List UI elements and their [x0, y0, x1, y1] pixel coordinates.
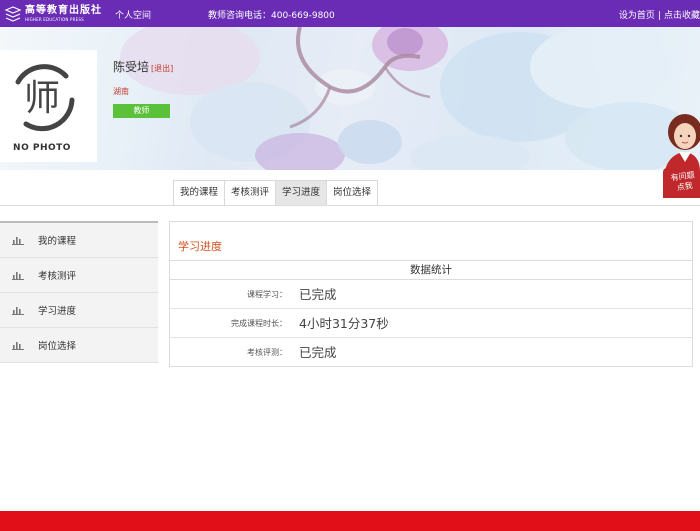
logout-link[interactable]: [退出] [151, 64, 173, 73]
top-links: 设为首页 | 点击收藏 [619, 8, 700, 21]
customer-service-avatar-icon: 有问题 点我 [663, 114, 700, 198]
bar-chart-icon [12, 272, 24, 280]
nav-personal-space[interactable]: 个人空间 [115, 8, 151, 21]
footer-bar [0, 511, 700, 531]
sidebar-item-label: 我的课程 [38, 236, 77, 247]
row-value: 已完成 [299, 345, 337, 360]
main-tabs: 我的课程 考核测评 学习进度 岗位选择 [173, 180, 379, 206]
sidebar-item-label: 岗位选择 [38, 341, 77, 352]
learning-progress-panel: 学习进度 数据统计 课程学习： 已完成 完成课程时长： 4小时31分37秒 考核… [169, 221, 693, 367]
bar-chart-icon [12, 237, 24, 245]
logo-english-name: HIGHER EDUCATION PRESS [25, 17, 84, 22]
tab-my-courses[interactable]: 我的课程 [173, 180, 226, 206]
role-badge: 教师 [113, 104, 170, 118]
sidebar-item-assessment[interactable]: 考核测评 [0, 258, 158, 293]
logo-chinese-name: 高等教育出版社 [25, 5, 102, 16]
no-photo-caption: NO PHOTO [13, 143, 71, 153]
sidebar-item-position-selection[interactable]: 岗位选择 [0, 328, 158, 363]
publisher-logo-mark-icon [4, 6, 22, 22]
user-name: 陈受培 [退出] [113, 58, 173, 75]
row-key: 课程学习： [247, 290, 287, 299]
sidebar: 我的课程 考核测评 学习进度 岗位选择 [0, 221, 158, 363]
tabs-divider [0, 205, 700, 206]
teacher-avatar-placeholder-icon: 师 [15, 64, 75, 132]
row-key: 完成课程时长： [231, 319, 287, 328]
tab-learning-progress[interactable]: 学习进度 [275, 180, 328, 206]
row-key: 考核评测： [247, 348, 287, 357]
table-row: 考核评测： 已完成 [170, 339, 692, 367]
page-title: 学习进度 [178, 240, 222, 253]
tab-position-selection[interactable]: 岗位选择 [326, 180, 379, 206]
bar-chart-icon [12, 342, 24, 350]
bar-chart-icon [12, 307, 24, 315]
teacher-hotline: 教师咨询电话：400-669-9800 [208, 11, 335, 21]
publisher-logo[interactable]: 高等教育出版社 HIGHER EDUCATION PRESS [4, 4, 102, 24]
sidebar-item-learning-progress[interactable]: 学习进度 [0, 293, 158, 328]
row-value: 4小时31分37秒 [299, 316, 389, 331]
set-homepage-link[interactable]: 设为首页 [619, 11, 655, 21]
row-value: 已完成 [299, 287, 337, 302]
sidebar-item-my-courses[interactable]: 我的课程 [0, 223, 158, 258]
user-region: 湖南 [113, 87, 129, 96]
tab-assessment[interactable]: 考核测评 [224, 180, 277, 206]
avatar-glyph: 师 [24, 78, 60, 119]
stats-table-header: 数据统计 [170, 260, 692, 280]
table-row: 课程学习： 已完成 [170, 281, 692, 309]
add-favorite-link[interactable]: 点击收藏 [664, 11, 700, 21]
profile-banner: 师 NO PHOTO 陈受培 [退出] 湖南 教师 [0, 27, 700, 170]
table-row: 完成课程时长： 4小时31分37秒 [170, 310, 692, 338]
avatar: 师 NO PHOTO [0, 50, 97, 162]
user-name-text: 陈受培 [113, 60, 150, 74]
orchid-background-image [120, 27, 695, 170]
sidebar-item-label: 学习进度 [38, 306, 77, 317]
top-bar: 高等教育出版社 HIGHER EDUCATION PRESS 个人空间 教师咨询… [0, 0, 700, 27]
link-separator: | [657, 11, 661, 21]
help-widget[interactable]: 有问题 点我 [659, 112, 700, 198]
sidebar-item-label: 考核测评 [38, 271, 77, 282]
